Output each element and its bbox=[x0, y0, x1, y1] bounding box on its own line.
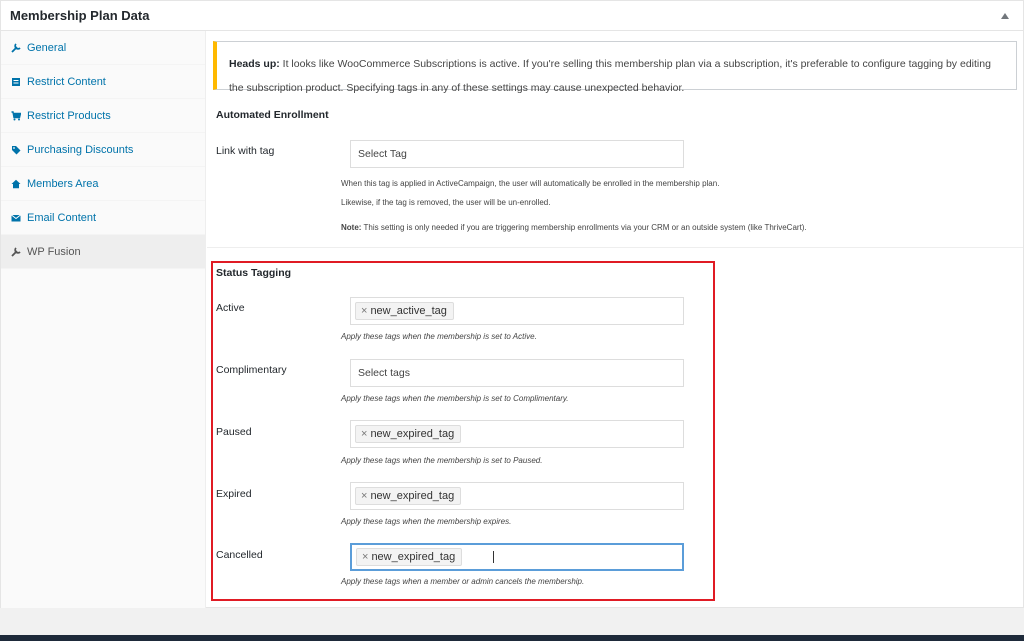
wrench-icon bbox=[11, 42, 21, 53]
document-icon bbox=[11, 77, 21, 87]
panel-title: Membership Plan Data bbox=[10, 8, 150, 23]
tab-label: Purchasing Discounts bbox=[27, 143, 134, 156]
notice-text: It looks like WooCommerce Subscriptions … bbox=[229, 58, 991, 94]
tab-label: Email Content bbox=[27, 211, 97, 224]
tab-restrict-content[interactable]: Restrict Content bbox=[1, 65, 205, 99]
heads-up-notice: Heads up: It looks like WooCommerce Subs… bbox=[213, 41, 1017, 94]
tab-email-content[interactable]: Email Content bbox=[1, 201, 205, 235]
tab-label: Members Area bbox=[27, 177, 99, 190]
email-icon bbox=[11, 213, 21, 223]
tab-label: General bbox=[27, 41, 67, 54]
tab-purchasing-discounts[interactable]: Purchasing Discounts bbox=[1, 133, 205, 167]
link-with-tag-label: Link with tag bbox=[216, 145, 275, 157]
enrollment-help: When this tag is applied in ActiveCampai… bbox=[341, 179, 720, 188]
tab-wp-fusion[interactable]: WP Fusion bbox=[1, 235, 205, 269]
tab-label: WP Fusion bbox=[27, 245, 81, 258]
automated-enrollment-title: Automated Enrollment bbox=[216, 109, 329, 121]
notice-heading: Heads up: bbox=[229, 58, 280, 70]
tab-restrict-products[interactable]: Restrict Products bbox=[1, 99, 205, 133]
os-taskbar bbox=[0, 635, 1024, 641]
panel-header: Membership Plan Data bbox=[1, 1, 1023, 31]
unenroll-help: Likewise, if the tag is removed, the use… bbox=[341, 198, 551, 207]
link-with-tag-select[interactable]: Select Tag bbox=[350, 140, 684, 168]
select-placeholder: Select Tag bbox=[358, 148, 407, 160]
tab-label: Restrict Products bbox=[27, 109, 111, 122]
sidebar: General Restrict Content Restrict Produc… bbox=[1, 31, 206, 608]
note-text: This setting is only needed if you are t… bbox=[361, 223, 807, 232]
tag-icon bbox=[11, 145, 21, 155]
wrench-icon bbox=[11, 246, 21, 257]
tab-members-area[interactable]: Members Area bbox=[1, 167, 205, 201]
note-label: Note: bbox=[341, 223, 362, 232]
tab-label: Restrict Content bbox=[27, 75, 106, 88]
enrollment-note: Note: This setting is only needed if you… bbox=[341, 223, 807, 232]
status-tagging-highlight bbox=[211, 261, 715, 601]
collapse-arrow-icon[interactable] bbox=[1001, 12, 1009, 19]
home-icon bbox=[11, 179, 21, 189]
cart-icon bbox=[11, 110, 21, 121]
section-divider bbox=[207, 247, 1023, 248]
tab-general[interactable]: General bbox=[1, 31, 205, 65]
